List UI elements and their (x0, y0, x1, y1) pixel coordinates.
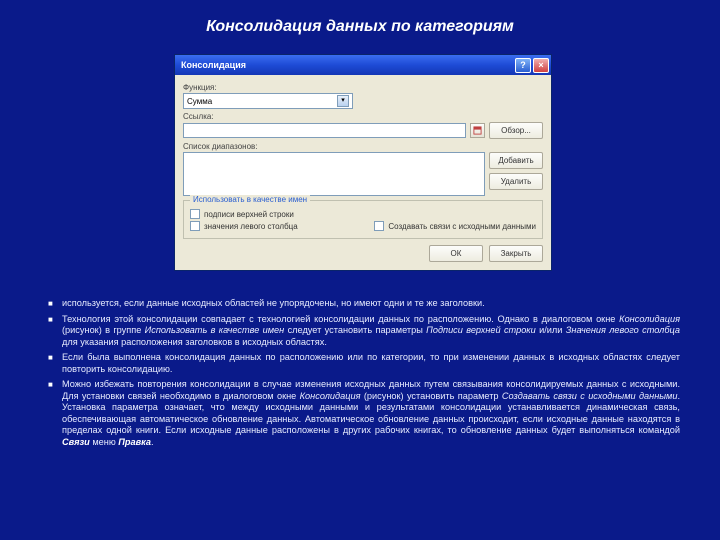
delete-button[interactable]: Удалить (489, 173, 543, 190)
top-row-label: подписи верхней строки (204, 210, 294, 219)
add-button[interactable]: Добавить (489, 152, 543, 169)
ranges-listbox[interactable] (183, 152, 485, 196)
function-label: Функция: (183, 83, 543, 92)
help-button[interactable]: ? (515, 58, 531, 73)
create-links-checkbox[interactable]: Создавать связи с исходными данными (374, 221, 536, 231)
list-item: используется, если данные исходных облас… (48, 298, 680, 310)
list-item: Можно избежать повторения консолидации в… (48, 379, 680, 448)
list-label: Список диапазонов: (183, 142, 543, 151)
checkbox-icon (190, 209, 200, 219)
reference-input[interactable] (183, 123, 466, 138)
list-item: Если была выполнена консолидация данных … (48, 352, 680, 375)
left-col-label: значения левого столбца (204, 222, 298, 231)
ok-button[interactable]: ОК (429, 245, 483, 262)
slide-title: Консолидация данных по категориям (0, 0, 720, 46)
dialog-title: Консолидация (181, 60, 246, 70)
checkbox-icon (374, 221, 384, 231)
group-title: Использовать в качестве имен (190, 195, 310, 204)
list-item: Технология этой консолидации совпадает с… (48, 314, 680, 349)
close-icon[interactable]: × (533, 58, 549, 73)
use-names-group: Использовать в качестве имен подписи вер… (183, 200, 543, 239)
top-row-checkbox[interactable]: подписи верхней строки (190, 209, 374, 219)
browse-button[interactable]: Обзор... (489, 122, 543, 139)
function-value: Сумма (187, 97, 212, 106)
reference-label: Ссылка: (183, 112, 543, 121)
bullet-text: используется, если данные исходных облас… (48, 298, 680, 452)
titlebar[interactable]: Консолидация ? × (175, 55, 551, 75)
checkbox-icon (190, 221, 200, 231)
consolidation-dialog: Консолидация ? × Функция: Сумма ▾ Ссылка… (174, 54, 552, 271)
close-button[interactable]: Закрыть (489, 245, 543, 262)
function-combo[interactable]: Сумма ▾ (183, 93, 353, 109)
create-links-label: Создавать связи с исходными данными (388, 222, 536, 231)
chevron-down-icon[interactable]: ▾ (337, 95, 349, 107)
left-col-checkbox[interactable]: значения левого столбца (190, 221, 374, 231)
range-picker-icon[interactable] (470, 123, 485, 138)
